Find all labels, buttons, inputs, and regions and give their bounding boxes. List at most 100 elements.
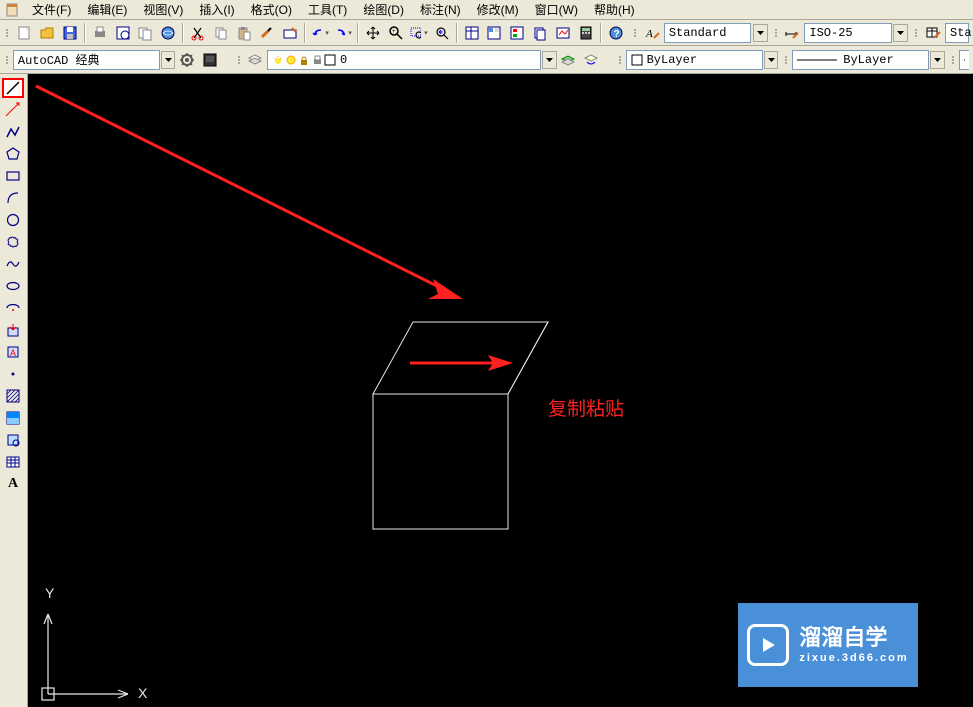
menu-window[interactable]: 窗口(W): [527, 0, 586, 20]
workspace-settings-button[interactable]: [176, 49, 198, 71]
block-editor-button[interactable]: [279, 22, 301, 44]
ellipse-tool[interactable]: [2, 276, 24, 296]
table-style-manager-icon[interactable]: [922, 22, 944, 44]
publish-button[interactable]: [135, 22, 157, 44]
draw-toolbar: A A: [0, 74, 28, 707]
construction-line-tool[interactable]: [2, 100, 24, 120]
menu-modify[interactable]: 修改(M): [469, 0, 527, 20]
my-workspace-button[interactable]: [199, 49, 221, 71]
pan-realtime-button[interactable]: [362, 22, 384, 44]
sheet-set-manager-button[interactable]: [529, 22, 551, 44]
insert-block-tool[interactable]: [2, 320, 24, 340]
markup-set-manager-button[interactable]: [552, 22, 574, 44]
linetype-dropdown[interactable]: ByLayer: [792, 50, 929, 70]
drawing-canvas[interactable]: 复制粘贴 Y X 溜溜自学 zixue.3d66.com: [28, 74, 973, 707]
3d-dwf-button[interactable]: [157, 22, 179, 44]
menu-view[interactable]: 视图(V): [135, 0, 191, 20]
separator: [456, 23, 458, 43]
design-center-button[interactable]: [483, 22, 505, 44]
layer-name-value: 0: [340, 53, 347, 67]
menu-tools[interactable]: 工具(T): [300, 0, 355, 20]
layer-properties-manager-button[interactable]: [244, 49, 266, 71]
save-button[interactable]: [59, 22, 81, 44]
open-button[interactable]: [36, 22, 58, 44]
dim-style-dropdown[interactable]: ISO-25: [804, 23, 892, 43]
polygon-tool[interactable]: [2, 144, 24, 164]
ellipse-arc-tool[interactable]: [2, 298, 24, 318]
cube-drawing: [373, 322, 548, 529]
toolbar-grip[interactable]: [785, 49, 789, 71]
quickcalc-button[interactable]: [575, 22, 597, 44]
line-tool[interactable]: [2, 78, 24, 98]
toolbar-grip[interactable]: [952, 49, 956, 71]
dropdown-arrow-icon[interactable]: [893, 24, 908, 42]
table-tool[interactable]: [2, 452, 24, 472]
gradient-tool[interactable]: [2, 408, 24, 428]
menu-format[interactable]: 格式(O): [243, 0, 300, 20]
toolbar-grip[interactable]: [6, 22, 10, 44]
menu-edit[interactable]: 编辑(E): [79, 0, 135, 20]
redo-button[interactable]: [332, 22, 354, 44]
zoom-previous-button[interactable]: [431, 22, 453, 44]
toolbar-grip[interactable]: [775, 22, 779, 44]
toolbar-grip[interactable]: [238, 49, 242, 71]
table-style-value: Sta: [950, 26, 972, 40]
table-style-dropdown[interactable]: Sta: [945, 23, 969, 43]
menu-insert[interactable]: 插入(I): [191, 0, 242, 20]
color-dropdown[interactable]: ByLayer: [626, 50, 763, 70]
ucs-icon: [42, 614, 128, 700]
layer-dropdown[interactable]: 0: [267, 50, 541, 70]
multiline-text-tool[interactable]: A: [2, 474, 24, 494]
linetype-value: ByLayer: [843, 53, 893, 67]
new-button[interactable]: [13, 22, 35, 44]
dropdown-arrow-icon[interactable]: [930, 51, 945, 69]
cut-button[interactable]: [187, 22, 209, 44]
dropdown-arrow-icon[interactable]: [764, 51, 779, 69]
text-style-manager-icon[interactable]: A: [641, 22, 663, 44]
help-button[interactable]: ?: [605, 22, 627, 44]
properties-button[interactable]: [461, 22, 483, 44]
rectangle-tool[interactable]: [2, 166, 24, 186]
dropdown-arrow-icon[interactable]: [161, 51, 176, 69]
match-properties-button[interactable]: [256, 22, 278, 44]
zoom-realtime-button[interactable]: +: [385, 22, 407, 44]
workspace-dropdown[interactable]: AutoCAD 经典: [13, 50, 160, 70]
revision-cloud-tool[interactable]: [2, 232, 24, 252]
copy-button[interactable]: [210, 22, 232, 44]
spline-tool[interactable]: [2, 254, 24, 274]
hatch-tool[interactable]: [2, 386, 24, 406]
point-tool[interactable]: [2, 364, 24, 384]
dropdown-arrow-icon[interactable]: [542, 51, 557, 69]
polyline-tool[interactable]: [2, 122, 24, 142]
svg-text:+: +: [392, 29, 396, 35]
menu-file[interactable]: 文件(F): [24, 0, 79, 20]
make-block-tool[interactable]: A: [2, 342, 24, 362]
layer-plot-icon: [311, 54, 323, 66]
dim-style-manager-icon[interactable]: [782, 22, 804, 44]
menu-dimension[interactable]: 标注(N): [412, 0, 469, 20]
toolbar-grip[interactable]: [619, 49, 623, 71]
lineweight-dropdown[interactable]: [959, 50, 969, 70]
region-tool[interactable]: [2, 430, 24, 450]
dropdown-arrow-icon[interactable]: [753, 24, 768, 42]
layer-previous-button[interactable]: [558, 49, 580, 71]
text-style-dropdown[interactable]: Standard: [664, 23, 752, 43]
menu-help[interactable]: 帮助(H): [586, 0, 643, 20]
layer-states-button[interactable]: [580, 49, 602, 71]
paste-button[interactable]: [233, 22, 255, 44]
toolbar-grip[interactable]: [915, 22, 919, 44]
main-area: A A: [0, 74, 973, 707]
circle-tool[interactable]: [2, 210, 24, 230]
lineweight-icon: [964, 56, 965, 64]
zoom-window-button[interactable]: [408, 22, 430, 44]
print-button[interactable]: [89, 22, 111, 44]
undo-button[interactable]: [309, 22, 331, 44]
tool-palettes-button[interactable]: [506, 22, 528, 44]
toolbar-grip[interactable]: [6, 49, 10, 71]
plot-preview-button[interactable]: [112, 22, 134, 44]
menu-draw[interactable]: 绘图(D): [355, 0, 412, 20]
svg-text:A: A: [645, 28, 653, 40]
workspace-value: AutoCAD 经典: [18, 51, 100, 68]
toolbar-grip[interactable]: [634, 22, 638, 44]
arc-tool[interactable]: [2, 188, 24, 208]
